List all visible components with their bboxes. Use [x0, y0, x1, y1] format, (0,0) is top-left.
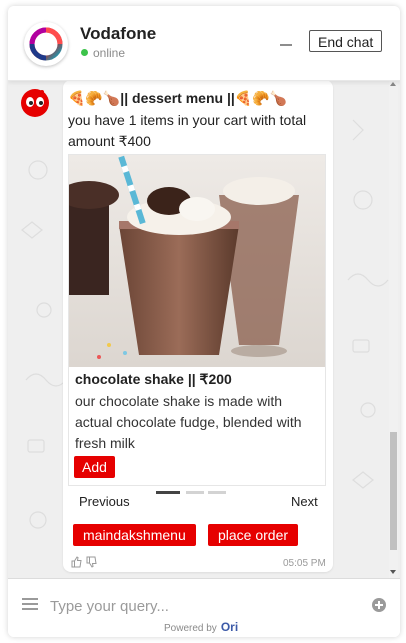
- chat-scrollbar[interactable]: [389, 80, 398, 578]
- send-icon[interactable]: [372, 598, 386, 612]
- quick-reply-maindakshmenu[interactable]: maindakshmenu: [73, 524, 196, 546]
- message-timestamp: 05:05 PM: [283, 558, 326, 569]
- product-card: chocolate shake || ₹200 our chocolate sh…: [68, 154, 326, 486]
- chocolate-shake-image: [69, 155, 325, 367]
- carousel-dot[interactable]: [208, 491, 226, 494]
- bot-avatar: [21, 89, 49, 117]
- carousel-previous-button[interactable]: Previous: [79, 494, 130, 509]
- powered-by: Powered by Ori: [164, 620, 238, 634]
- carousel-dot[interactable]: [186, 491, 204, 494]
- carousel-indicator: [156, 491, 226, 494]
- online-status: online: [81, 46, 125, 60]
- product-title: chocolate shake || ₹200: [75, 371, 232, 387]
- brand-name: Vodafone: [80, 24, 157, 43]
- minimize-icon[interactable]: [280, 44, 292, 46]
- scroll-up-arrow-icon[interactable]: [390, 82, 396, 86]
- menu-icon[interactable]: [22, 598, 38, 610]
- powered-by-text: Powered by: [164, 623, 217, 634]
- quick-reply-place-order[interactable]: place order: [208, 524, 299, 546]
- product-description: our chocolate shake is made with actual …: [75, 393, 302, 451]
- query-input[interactable]: [48, 593, 372, 619]
- end-chat-button[interactable]: End chat: [309, 30, 383, 52]
- feedback-icons: [71, 556, 97, 568]
- chat-footer: Powered byOri: [8, 578, 400, 637]
- status-text: online: [93, 46, 126, 60]
- online-dot-icon: [81, 49, 88, 57]
- add-to-cart-button[interactable]: Add: [74, 456, 115, 478]
- menu-title: 🍕🥐🍗|| dessert menu ||🍕🥐🍗: [68, 90, 288, 106]
- thumbs-down-icon[interactable]: [86, 556, 97, 568]
- carousel-next-button[interactable]: Next: [291, 494, 318, 509]
- vodafone-logo: [24, 22, 68, 66]
- scroll-thumb[interactable]: [390, 432, 397, 550]
- carousel-dot-active[interactable]: [156, 491, 180, 494]
- cart-summary-text: you have 1 items in your cart with total…: [68, 112, 307, 149]
- thumbs-up-icon[interactable]: [71, 556, 82, 568]
- bot-message-bubble: 🍕🥐🍗|| dessert menu ||🍕🥐🍗 you have 1 item…: [63, 80, 333, 572]
- ori-logo: Ori: [220, 620, 239, 634]
- chat-area: 🍕🥐🍗|| dessert menu ||🍕🥐🍗 you have 1 item…: [8, 80, 400, 578]
- chat-header: Vodafone online End chat: [8, 6, 400, 81]
- scroll-down-arrow-icon[interactable]: [390, 570, 396, 574]
- chat-widget: Vodafone online End chat 🍕🥐🍗|| dessert m…: [8, 6, 400, 637]
